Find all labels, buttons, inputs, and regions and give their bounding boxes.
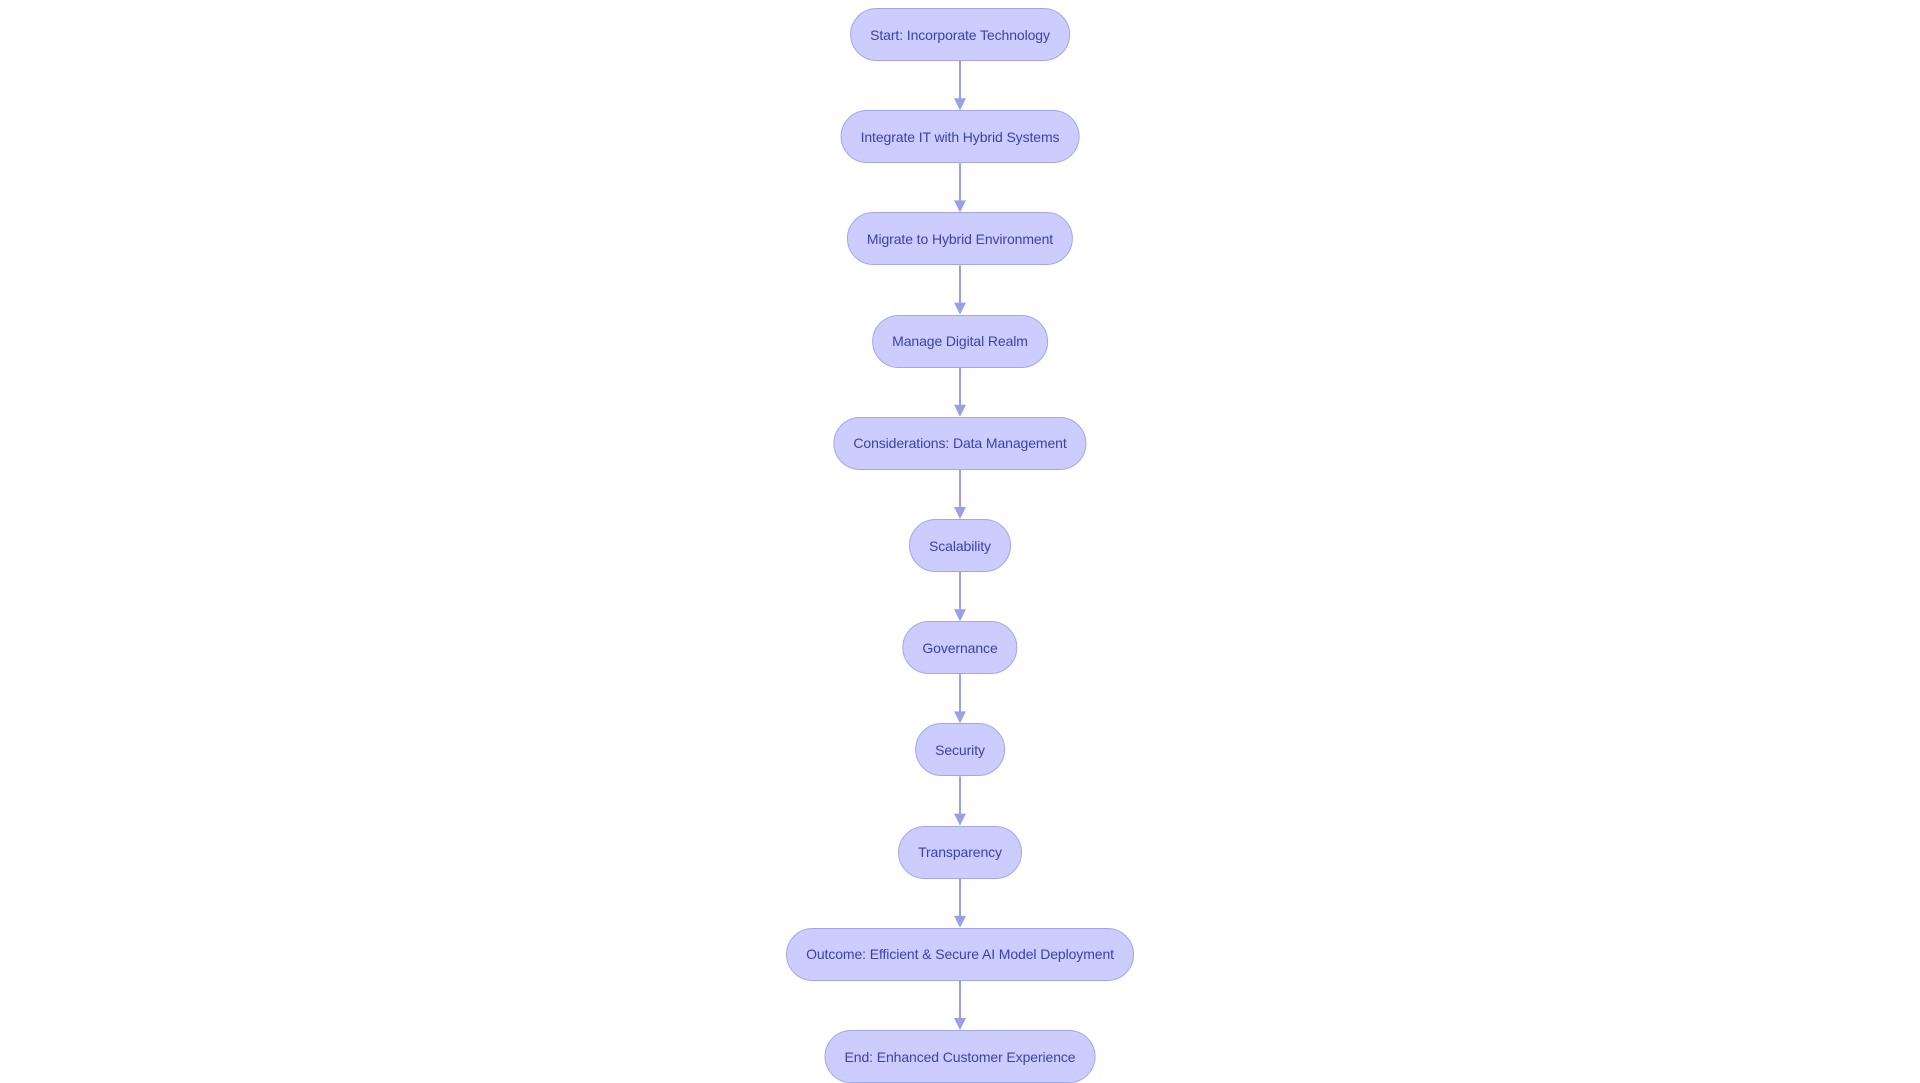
arrowhead-icon [954, 302, 966, 315]
arrowhead-icon [954, 1018, 966, 1030]
arrowhead-icon [954, 98, 966, 111]
arrowhead-icon [954, 711, 966, 724]
flow-node-label: Considerations: Data Management [853, 435, 1067, 452]
flow-node-label: End: Enhanced Customer Experience [844, 1048, 1076, 1065]
flow-node-label: Security [935, 741, 985, 758]
flow-node-7: Governance [902, 621, 1018, 675]
flow-node-label: Transparency [918, 844, 1002, 861]
arrowhead-icon [954, 404, 966, 417]
flow-edge-5 [954, 469, 966, 519]
flow-node-label: Outcome: Efficient & Secure AI Model Dep… [806, 946, 1114, 963]
flowchart: Start: Incorporate Technology Integrate I… [0, 0, 1920, 1083]
flow-edge-9 [954, 878, 966, 928]
arrowhead-icon [954, 609, 966, 622]
flow-node-3: Migrate to Hybrid Environment [846, 212, 1074, 266]
flow-edge-10 [954, 980, 966, 1030]
arrowhead-icon [954, 507, 966, 519]
arrowhead-icon [954, 200, 966, 213]
flow-node-4: Manage Digital Realm [872, 314, 1048, 368]
flow-edge-1 [954, 61, 966, 111]
flow-node-5: Considerations: Data Management [833, 416, 1087, 470]
flow-node-label: Manage Digital Realm [892, 333, 1028, 350]
arrowhead-icon [954, 915, 966, 928]
flow-node-label: Scalability [929, 537, 991, 554]
flow-node-label: Migrate to Hybrid Environment [866, 230, 1054, 247]
flow-node-label: Governance [922, 639, 998, 656]
arrowhead-icon [954, 813, 966, 826]
flow-edge-3 [954, 265, 966, 315]
flow-node-6: Scalability [909, 519, 1011, 572]
flow-node-11: End: Enhanced Customer Experience [824, 1030, 1096, 1083]
flow-edge-2 [954, 163, 966, 213]
flow-node-1: Start: Incorporate Technology [850, 8, 1070, 61]
flow-node-8: Security [915, 723, 1005, 777]
flow-node-2: Integrate IT with Hybrid Systems [840, 110, 1080, 164]
flow-edge-8 [954, 776, 966, 826]
flow-edge-7 [954, 674, 966, 724]
flow-edge-6 [954, 572, 966, 622]
flow-edge-4 [954, 367, 966, 417]
flow-node-label: Start: Incorporate Technology [870, 26, 1050, 43]
flow-node-label: Integrate IT with Hybrid Systems [860, 128, 1060, 145]
flow-node-9: Transparency [898, 825, 1022, 879]
flow-node-10: Outcome: Efficient & Secure AI Model Dep… [786, 927, 1134, 981]
